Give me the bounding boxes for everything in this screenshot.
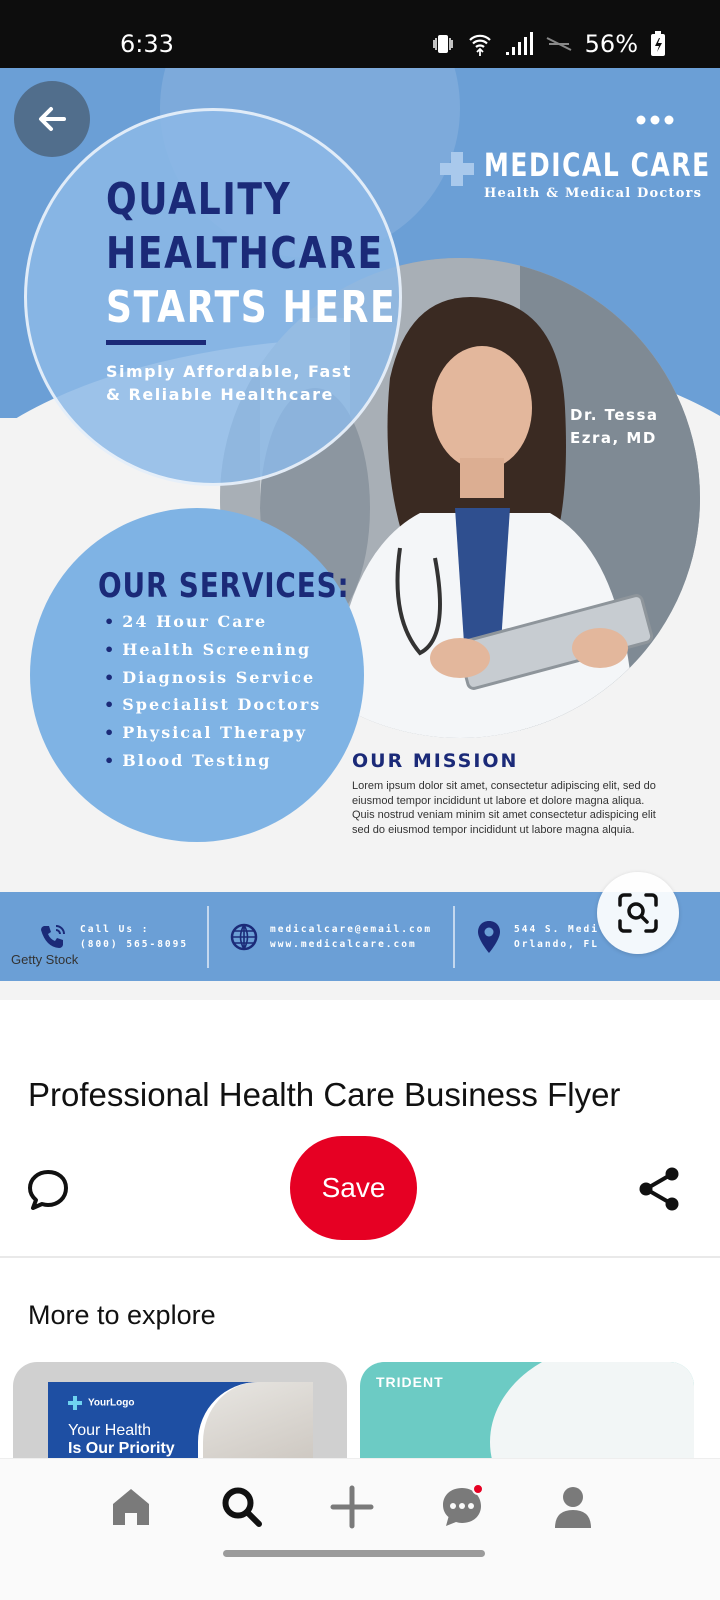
screen: 6:33 56% QUALITY HEALTHCARE STARTS HERE … (0, 0, 720, 1600)
nav-messages[interactable] (432, 1477, 492, 1537)
watermark: Getty Stock (11, 952, 79, 967)
address-line-1: 544 S. Medi (514, 923, 599, 935)
headline-underline (106, 340, 206, 345)
headline-line-1: QUALITY (106, 174, 292, 225)
subheadline: Simply Affordable, Fast & Reliable Healt… (106, 362, 352, 404)
contact-address: 544 S. Medi Orlando, FL (476, 892, 599, 981)
service-item: 24 Hour Care (104, 608, 321, 636)
nav-home[interactable] (101, 1477, 161, 1537)
profile-icon (555, 1487, 591, 1528)
plus-icon (330, 1485, 374, 1529)
nav-search[interactable] (212, 1477, 272, 1537)
card-headline-1: Your Health (68, 1422, 152, 1439)
doctor-name: Dr. Tessa Ezra, MD (570, 406, 659, 447)
location-pin-icon (478, 920, 500, 953)
share-icon (639, 1167, 679, 1211)
website-text: www.medicalcare.com (270, 938, 417, 950)
lens-search-icon (618, 893, 658, 933)
comment-button[interactable] (24, 1166, 72, 1214)
pin-image[interactable]: QUALITY HEALTHCARE STARTS HERE Simply Af… (0, 68, 720, 1000)
vibrate-icon (432, 35, 453, 53)
phone-number: (800) 565-8095 (80, 938, 189, 950)
nav-profile[interactable] (543, 1477, 603, 1537)
globe-icon (230, 923, 258, 950)
phone-label: Call Us : (80, 923, 150, 935)
pin-actions: Save (0, 1136, 720, 1242)
service-item: Diagnosis Service (104, 664, 321, 692)
signal-icon (505, 32, 533, 55)
more-horizontal-icon (636, 115, 674, 125)
services-title: OUR SERVICES: (98, 566, 350, 606)
email-text: medicalcare@email.com (270, 923, 433, 935)
battery-percent: 56% (584, 30, 638, 58)
more-to-explore-title: More to explore (28, 1300, 216, 1330)
no-signal-icon (546, 37, 572, 51)
arrow-left-icon (39, 107, 66, 131)
contact-web: medicalcare@email.com www.medicalcare.co… (230, 892, 432, 981)
more-options-button[interactable] (630, 100, 680, 140)
brand-tagline: Health & Medical Doctors (484, 186, 703, 201)
section-divider (0, 1256, 720, 1258)
card-brand: TRIDENT (376, 1374, 444, 1390)
pin-title: Professional Health Care Business Flyer (28, 1076, 621, 1113)
service-item: Health Screening (104, 636, 321, 664)
save-button[interactable]: Save (290, 1136, 417, 1240)
home-icon (113, 1489, 149, 1525)
headline-line-2: HEALTHCARE (106, 228, 384, 279)
wifi-icon (468, 34, 491, 56)
share-button[interactable] (634, 1164, 684, 1214)
notification-dot (472, 1483, 484, 1495)
service-item: Physical Therapy (104, 719, 321, 747)
card-logo: YourLogo (68, 1396, 134, 1410)
mission-text: Lorem ipsum dolor sit amet, consectetur … (352, 780, 656, 836)
comment-icon (28, 1170, 68, 1210)
medical-cross-icon (440, 152, 474, 186)
back-button[interactable] (14, 81, 90, 157)
headline-line-3: STARTS HERE (106, 282, 397, 333)
visual-search-button[interactable] (597, 872, 679, 954)
contact-divider (207, 906, 209, 968)
search-icon (222, 1487, 262, 1527)
brand-name: MEDICAL CARE (484, 146, 711, 184)
nav-create[interactable] (322, 1477, 382, 1537)
service-item: Blood Testing (104, 747, 321, 775)
contact-phone: Call Us : (800) 565-8095 (38, 892, 188, 981)
status-time: 6:33 (120, 30, 174, 58)
bottom-nav (0, 1458, 720, 1600)
contact-divider (453, 906, 455, 968)
phone-icon (41, 924, 65, 948)
status-icons: 56% (431, 30, 666, 58)
home-indicator[interactable] (223, 1550, 485, 1557)
status-bar: 6:33 56% (0, 0, 720, 68)
services-list: 24 Hour Care Health Screening Diagnosis … (104, 608, 321, 775)
address-line-2: Orlando, FL (514, 938, 599, 950)
mission-title: OUR MISSION (352, 750, 519, 772)
card-headline-2: Is Our Priority (68, 1440, 175, 1457)
service-item: Specialist Doctors (104, 691, 321, 719)
battery-icon (651, 31, 665, 56)
